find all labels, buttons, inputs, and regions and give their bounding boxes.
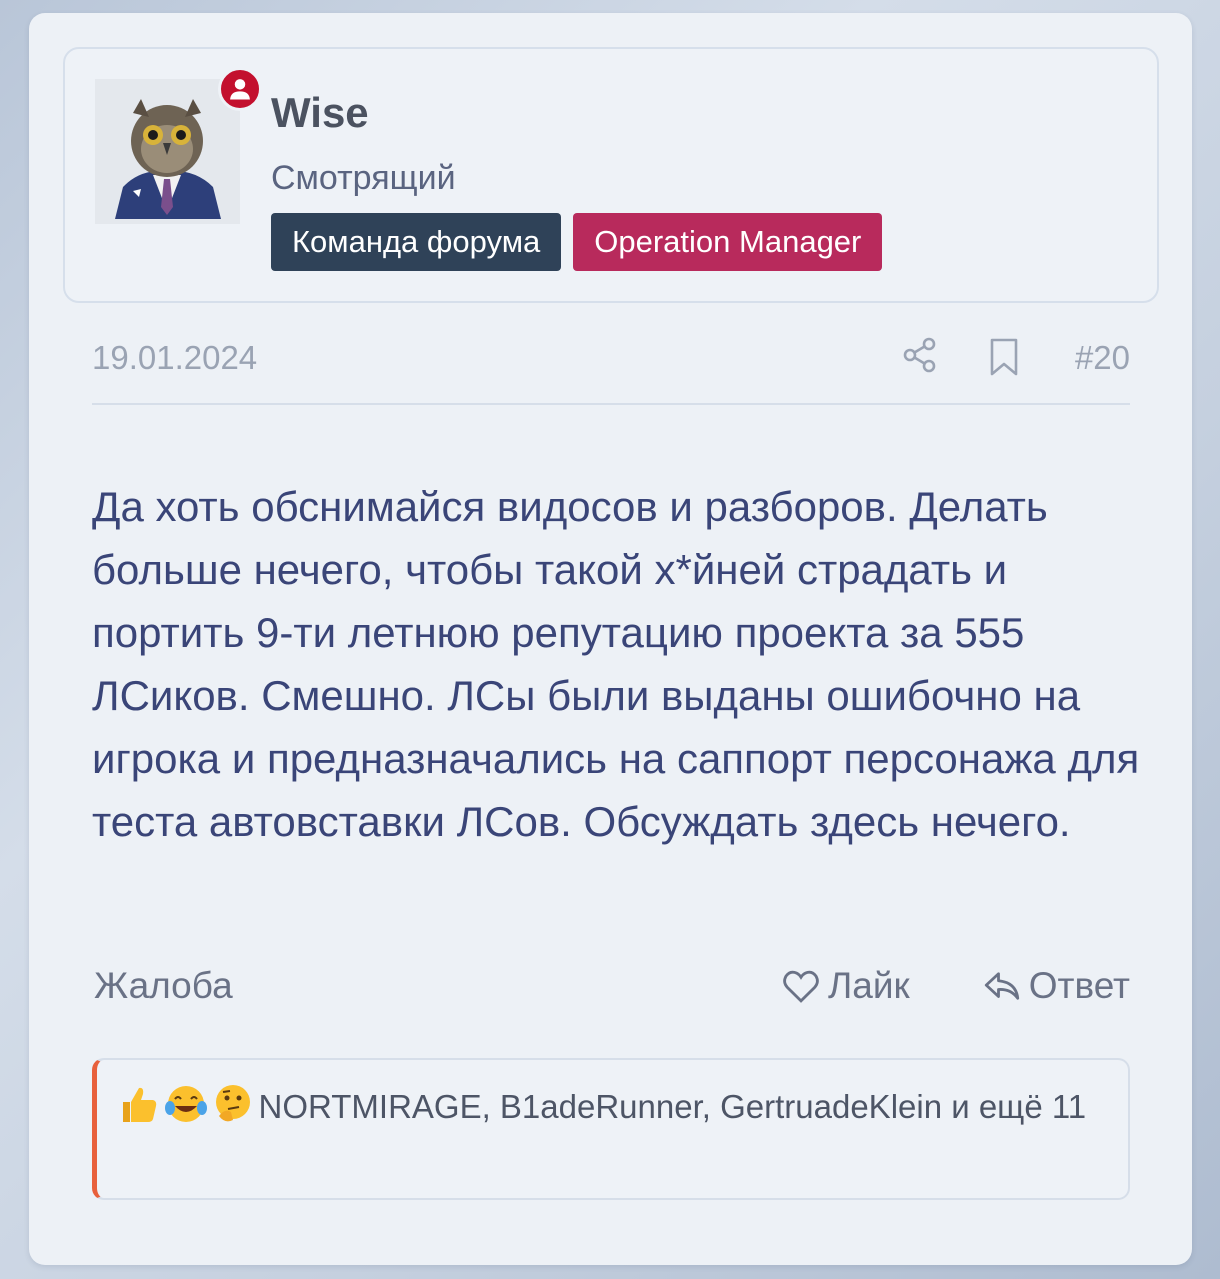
report-button[interactable]: Жалоба	[94, 965, 233, 1007]
badge-operation-manager: Operation Manager	[573, 213, 883, 271]
share-icon[interactable]	[900, 335, 940, 375]
reactions-bar[interactable]: NORTMIRAGE, B1adeRunner, GertruadeKlein …	[92, 1058, 1130, 1200]
username[interactable]: Wise	[271, 89, 369, 137]
post-card: Wise Смотрящий Команда форума Operation …	[29, 13, 1192, 1265]
heart-icon	[783, 970, 819, 1003]
bookmark-icon[interactable]	[986, 337, 1022, 377]
reactions-users[interactable]: NORTMIRAGE, B1adeRunner, GertruadeKlein …	[259, 1088, 1087, 1125]
thumbs-up-icon	[123, 1087, 157, 1122]
reply-label: Ответ	[1028, 965, 1130, 1006]
crying-laughing-icon	[165, 1086, 208, 1122]
like-label: Лайк	[828, 965, 910, 1006]
user-badges: Команда форума Operation Manager	[271, 213, 883, 271]
user-title: Смотрящий	[271, 159, 456, 197]
post-date[interactable]: 19.01.2024	[92, 339, 257, 377]
post-meta: 19.01.2024 #20	[92, 331, 1130, 405]
post-number[interactable]: #20	[1075, 339, 1130, 377]
owl-avatar-icon	[95, 79, 240, 224]
reply-button[interactable]: Ответ	[981, 965, 1130, 1007]
badge-forum-team: Команда форума	[271, 213, 562, 271]
post-message: Да хоть обснимайся видосов и разборов. Д…	[92, 483, 1140, 845]
avatar[interactable]	[95, 79, 240, 224]
thinking-face-icon	[216, 1085, 251, 1122]
like-button[interactable]: Лайк	[780, 965, 910, 1007]
staff-status-icon	[218, 67, 262, 111]
reactions-summary: NORTMIRAGE, B1adeRunner, GertruadeKlein …	[117, 1080, 1107, 1133]
post-actions: Жалоба Лайк Ответ	[92, 961, 1130, 1015]
user-info-box: Wise Смотрящий Команда форума Operation …	[63, 47, 1159, 303]
reply-icon	[984, 972, 1019, 1000]
